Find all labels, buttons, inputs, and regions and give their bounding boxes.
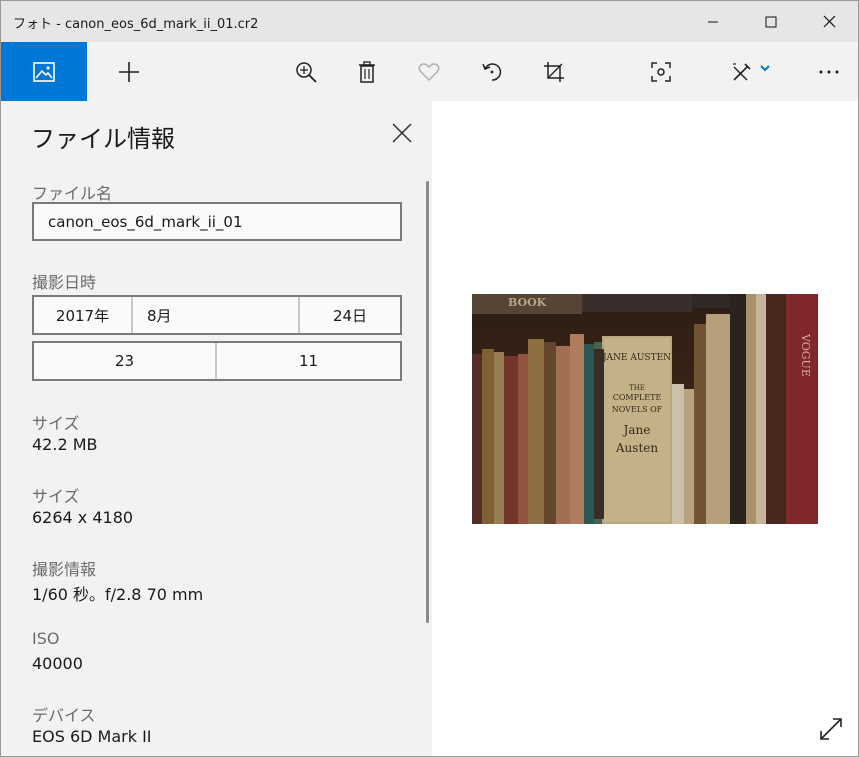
- crop-icon: [544, 61, 564, 82]
- close-panel-button[interactable]: [386, 117, 418, 149]
- delete-button[interactable]: [342, 42, 392, 101]
- enhance-icon: [651, 61, 671, 82]
- date-month-value: 8月: [147, 306, 172, 325]
- date-day-segment[interactable]: 24日: [300, 297, 400, 333]
- date-taken-label: 撮影日時: [32, 273, 97, 292]
- delete-icon: [359, 60, 375, 83]
- edit-create-button[interactable]: [721, 42, 781, 101]
- full-screen-button[interactable]: [816, 714, 846, 744]
- zoom-in-button[interactable]: [281, 42, 331, 101]
- close-window-button[interactable]: [800, 1, 858, 42]
- favorite-icon: [418, 62, 440, 81]
- photo-image: BOOK JANE AUSTEN THE COMPLETE NOVELS OF …: [472, 294, 818, 524]
- filename-input[interactable]: canon_eos_6d_mark_ii_01: [32, 202, 402, 241]
- photo-bookshelf: BOOK JANE AUSTEN THE COMPLETE NOVELS OF …: [472, 294, 818, 524]
- date-day-value: 24日: [332, 306, 368, 325]
- shooting-info-value: 1/60 秒。f/2.8 70 mm: [32, 585, 204, 604]
- close-icon: [823, 15, 835, 28]
- photo-app-icon: [33, 61, 55, 82]
- file-size-value: 42.2 MB: [32, 435, 98, 454]
- add-icon: [119, 61, 139, 82]
- crop-button[interactable]: [529, 42, 579, 101]
- time-hour-value: 23: [114, 352, 135, 370]
- minimize-button[interactable]: [684, 1, 742, 42]
- device-label: デバイス: [32, 706, 96, 725]
- time-minute-segment[interactable]: 11: [217, 343, 400, 379]
- photos-window: フォト - canon_eos_6d_mark_ii_01.cr2 ファイル情報…: [0, 0, 859, 757]
- dimensions-value: 6264 x 4180: [32, 508, 134, 527]
- device-value: EOS 6D Mark II: [32, 727, 152, 746]
- expand-icon: [820, 718, 842, 740]
- add-button[interactable]: [104, 42, 154, 101]
- filename-label: ファイル名: [32, 184, 113, 203]
- photo-viewer[interactable]: BOOK JANE AUSTEN THE COMPLETE NOVELS OF …: [432, 101, 858, 756]
- toolbar: [1, 42, 858, 101]
- panel-title: ファイル情報: [31, 125, 175, 153]
- title-bar: フォト - canon_eos_6d_mark_ii_01.cr2: [1, 1, 858, 42]
- edit-icon: [733, 62, 751, 81]
- close-icon: [392, 123, 412, 143]
- time-picker[interactable]: 23 11: [32, 341, 402, 381]
- time-minute-value: 11: [298, 352, 319, 370]
- iso-value: 40000: [32, 654, 83, 673]
- window-title: フォト - canon_eos_6d_mark_ii_01.cr2: [13, 17, 259, 32]
- filename-value: canon_eos_6d_mark_ii_01: [48, 212, 243, 231]
- file-size-label: サイズ: [32, 414, 80, 433]
- maximize-icon: [765, 16, 777, 27]
- favorite-button[interactable]: [404, 42, 454, 101]
- iso-label: ISO: [32, 629, 60, 648]
- panel-scrollbar[interactable]: [426, 181, 429, 623]
- date-year-segment[interactable]: 2017年: [34, 297, 133, 333]
- more-button[interactable]: [804, 42, 854, 101]
- time-hour-segment[interactable]: 23: [34, 343, 217, 379]
- date-month-segment[interactable]: 8月: [133, 297, 300, 333]
- more-icon: [819, 70, 839, 73]
- zoom-in-icon: [296, 61, 317, 83]
- maximize-button[interactable]: [742, 1, 800, 42]
- rotate-button[interactable]: [467, 42, 517, 101]
- minimize-icon: [708, 21, 718, 22]
- enhance-button[interactable]: [636, 42, 686, 101]
- shooting-info-label: 撮影情報: [32, 560, 97, 579]
- date-year-value: 2017年: [55, 306, 110, 325]
- dimensions-label: サイズ: [32, 487, 80, 506]
- chevron-down-icon: [760, 64, 770, 71]
- rotate-icon: [482, 62, 502, 81]
- file-info-panel: ファイル情報 ファイル名 canon_eos_6d_mark_ii_01 撮影日…: [1, 101, 432, 756]
- date-picker[interactable]: 2017年 8月 24日: [32, 295, 402, 335]
- photo-app-button[interactable]: [1, 42, 87, 101]
